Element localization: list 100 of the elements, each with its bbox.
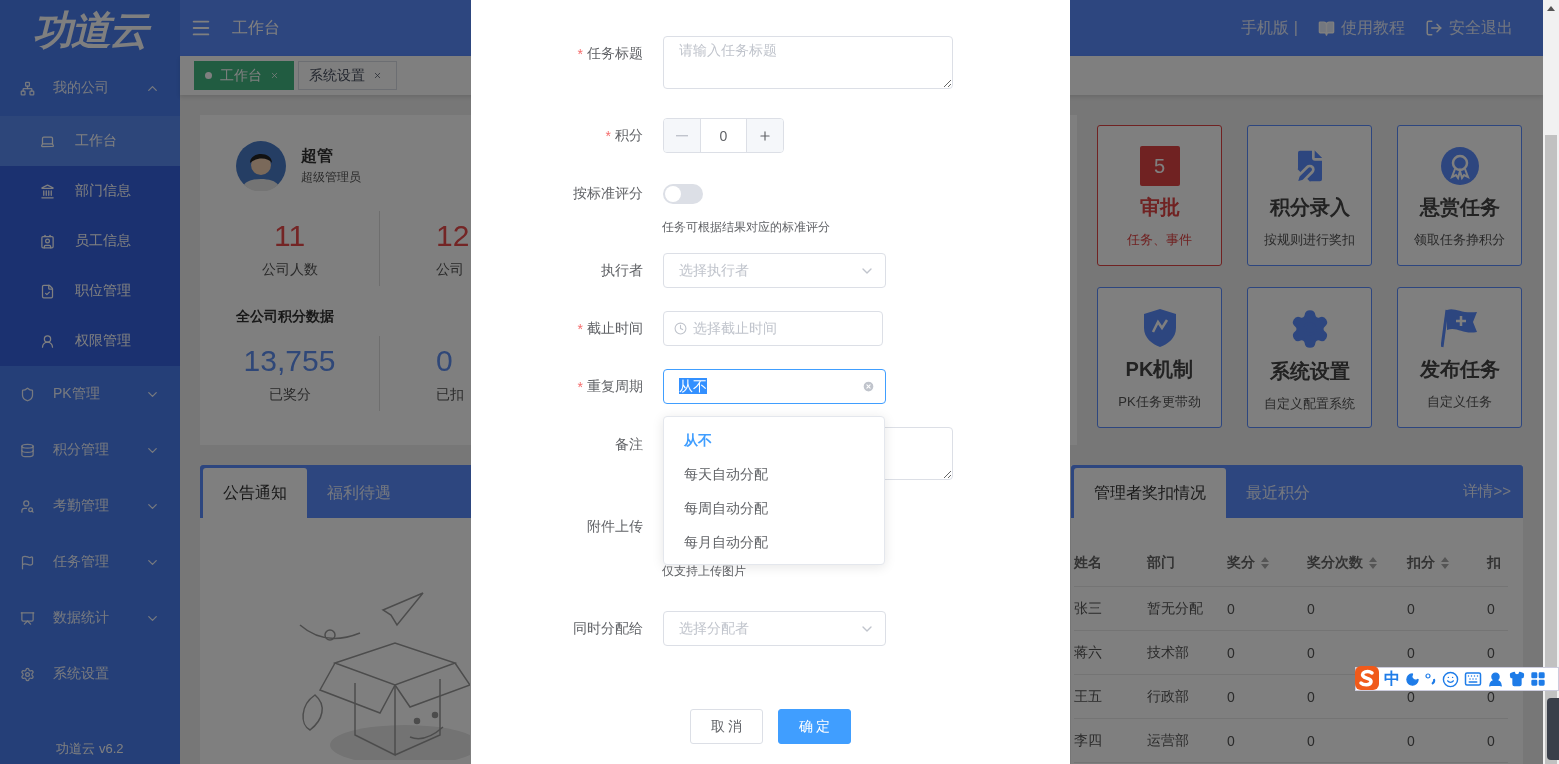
number-input[interactable]: 0	[663, 118, 784, 153]
table-cell-text: 0	[1307, 644, 1316, 661]
field-label: 按标准评分	[573, 184, 643, 203]
field-label: 附件上传	[587, 517, 643, 536]
close-icon[interactable]	[373, 71, 382, 80]
shortcut-tile[interactable]: 5 审批 任务、事件	[1097, 125, 1222, 266]
dropdown-option[interactable]: 每月自动分配	[664, 526, 884, 560]
hint-text: 仅支持上传图片	[662, 564, 747, 578]
sidebar-subitem[interactable]: 权限管理	[0, 316, 180, 366]
avatar	[236, 141, 286, 191]
sidebar-subitem[interactable]: 工作台	[0, 116, 180, 166]
toggle-switch[interactable]	[663, 184, 703, 204]
logout-link[interactable]: 安全退出	[1449, 17, 1513, 39]
panel-tab[interactable]: 公告通知	[203, 468, 307, 518]
page-tab[interactable]: 工作台	[194, 61, 294, 90]
settings-icon	[20, 666, 35, 682]
column-header[interactable]: 扣分	[1407, 554, 1487, 572]
stat-label: 公司	[436, 260, 464, 279]
stat-value: 13,755	[243, 343, 336, 378]
stat-value: 11	[273, 218, 306, 253]
select-field[interactable]: 选择执行者	[663, 253, 886, 288]
stat-value: 0	[436, 343, 453, 378]
page-tab[interactable]: 系统设置	[298, 61, 397, 90]
table-cell-text: 行政部	[1147, 687, 1190, 706]
scroll-up-icon[interactable]	[1547, 6, 1555, 11]
mobile-link[interactable]: 手机版 |	[1241, 17, 1298, 39]
table-cell-text: 李四	[1074, 731, 1103, 750]
sidebar-subitem[interactable]: 员工信息	[0, 216, 180, 266]
punctuation-icon[interactable]	[1425, 673, 1437, 685]
field-label: 积分	[615, 126, 643, 145]
select-field[interactable]: 选择分配者	[663, 611, 886, 646]
sidebar-item[interactable]: 积分管理	[0, 422, 180, 478]
sidebar-subitem[interactable]: 部门信息	[0, 166, 180, 216]
shortcut-tile[interactable]: 积分录入 按规则进行奖扣	[1247, 125, 1372, 266]
moon-icon[interactable]	[1405, 671, 1420, 687]
table-cell-text: 0	[1407, 688, 1416, 705]
input-mode[interactable]: 中	[1384, 668, 1400, 690]
smile-icon[interactable]	[1442, 670, 1459, 688]
user-icon	[40, 333, 55, 349]
shortcut-tile[interactable]: 系统设置 自定义配置系统	[1247, 287, 1372, 428]
panel-tab[interactable]: 管理者奖扣情况	[1074, 468, 1226, 518]
panel-tab[interactable]: 福利待遇	[307, 468, 411, 518]
text-area[interactable]: 请输入任务标题	[663, 36, 953, 89]
ime-logo-icon[interactable]	[1354, 665, 1380, 691]
table-cell-text: 0	[1407, 644, 1416, 661]
flag-plus-icon	[1440, 308, 1479, 348]
version-text: 功道云 v6.2	[55, 740, 125, 758]
shirt-icon[interactable]	[1509, 671, 1525, 687]
sidebar-item[interactable]: 考勤管理	[0, 478, 180, 534]
sidebar-item[interactable]: 我的公司	[0, 60, 180, 116]
table-cell-text: 0	[1487, 688, 1496, 705]
dropdown-option[interactable]: 从不	[664, 424, 884, 458]
details-link[interactable]: 详情>>	[1463, 482, 1523, 501]
award-icon	[1439, 146, 1480, 186]
cancel-button[interactable]: 取 消	[690, 709, 763, 744]
keyboard-icon[interactable]	[1464, 670, 1482, 688]
hint-text: 任务可根据结果对应的标准评分	[662, 220, 831, 234]
select-field[interactable]: 从不	[663, 369, 886, 404]
required-mark: *	[605, 127, 611, 144]
stat-label: 公司人数	[261, 260, 318, 279]
plus-icon	[758, 128, 772, 143]
clock-icon	[674, 322, 687, 335]
confirm-button[interactable]: 确 定	[778, 709, 851, 744]
tile-title: 悬赏任务	[1419, 195, 1500, 220]
user-icon[interactable]	[1487, 670, 1504, 688]
file-check-icon	[40, 283, 55, 299]
field-label: 备注	[615, 435, 643, 454]
tile-subtitle: 领取任务挣积分	[1414, 231, 1505, 249]
shortcut-tile[interactable]: 悬赏任务 领取任务挣积分	[1397, 125, 1522, 266]
flag-icon	[20, 554, 35, 570]
panel-tab[interactable]: 最近积分	[1226, 468, 1330, 518]
table-cell-text: 0	[1487, 732, 1496, 749]
field-label: 执行者	[601, 261, 643, 280]
shortcut-tile[interactable]: PK机制 PK任务更带劲	[1097, 287, 1222, 428]
logo: 功道云	[0, 0, 180, 60]
minus-icon	[676, 134, 688, 137]
column-header[interactable]: 奖分次数	[1307, 554, 1407, 572]
sidebar-item[interactable]: 系统设置	[0, 646, 180, 702]
table-cell-text: 蒋六	[1074, 643, 1103, 662]
dropdown-option[interactable]: 每天自动分配	[664, 458, 884, 492]
sidebar-subitem[interactable]: 职位管理	[0, 266, 180, 316]
table-cell-text: 0	[1487, 644, 1496, 661]
table-cell-text: 张三	[1074, 599, 1103, 618]
field-label: 重复周期	[587, 377, 643, 396]
field-label: 任务标题	[587, 44, 643, 63]
sidebar-item[interactable]: 任务管理	[0, 534, 180, 590]
table-cell-text: 0	[1227, 732, 1236, 749]
tile-title: PK机制	[1125, 357, 1194, 382]
grid-icon[interactable]	[1530, 671, 1546, 687]
shortcut-tile[interactable]: 发布任务 自定义任务	[1397, 287, 1522, 428]
field-label: 同时分配给	[573, 619, 643, 638]
increase-button[interactable]	[747, 119, 783, 152]
table-cell-text: 运营部	[1147, 731, 1190, 750]
sidebar-item[interactable]: 数据统计	[0, 590, 180, 646]
column-header[interactable]: 奖分	[1227, 554, 1307, 572]
sidebar-item[interactable]: PK管理	[0, 366, 180, 422]
table-cell-text: 0	[1307, 688, 1316, 705]
tutorial-link[interactable]: 使用教程	[1341, 17, 1405, 39]
dropdown-option[interactable]: 每周自动分配	[664, 492, 884, 526]
date-field[interactable]: 选择截止时间	[663, 311, 883, 346]
